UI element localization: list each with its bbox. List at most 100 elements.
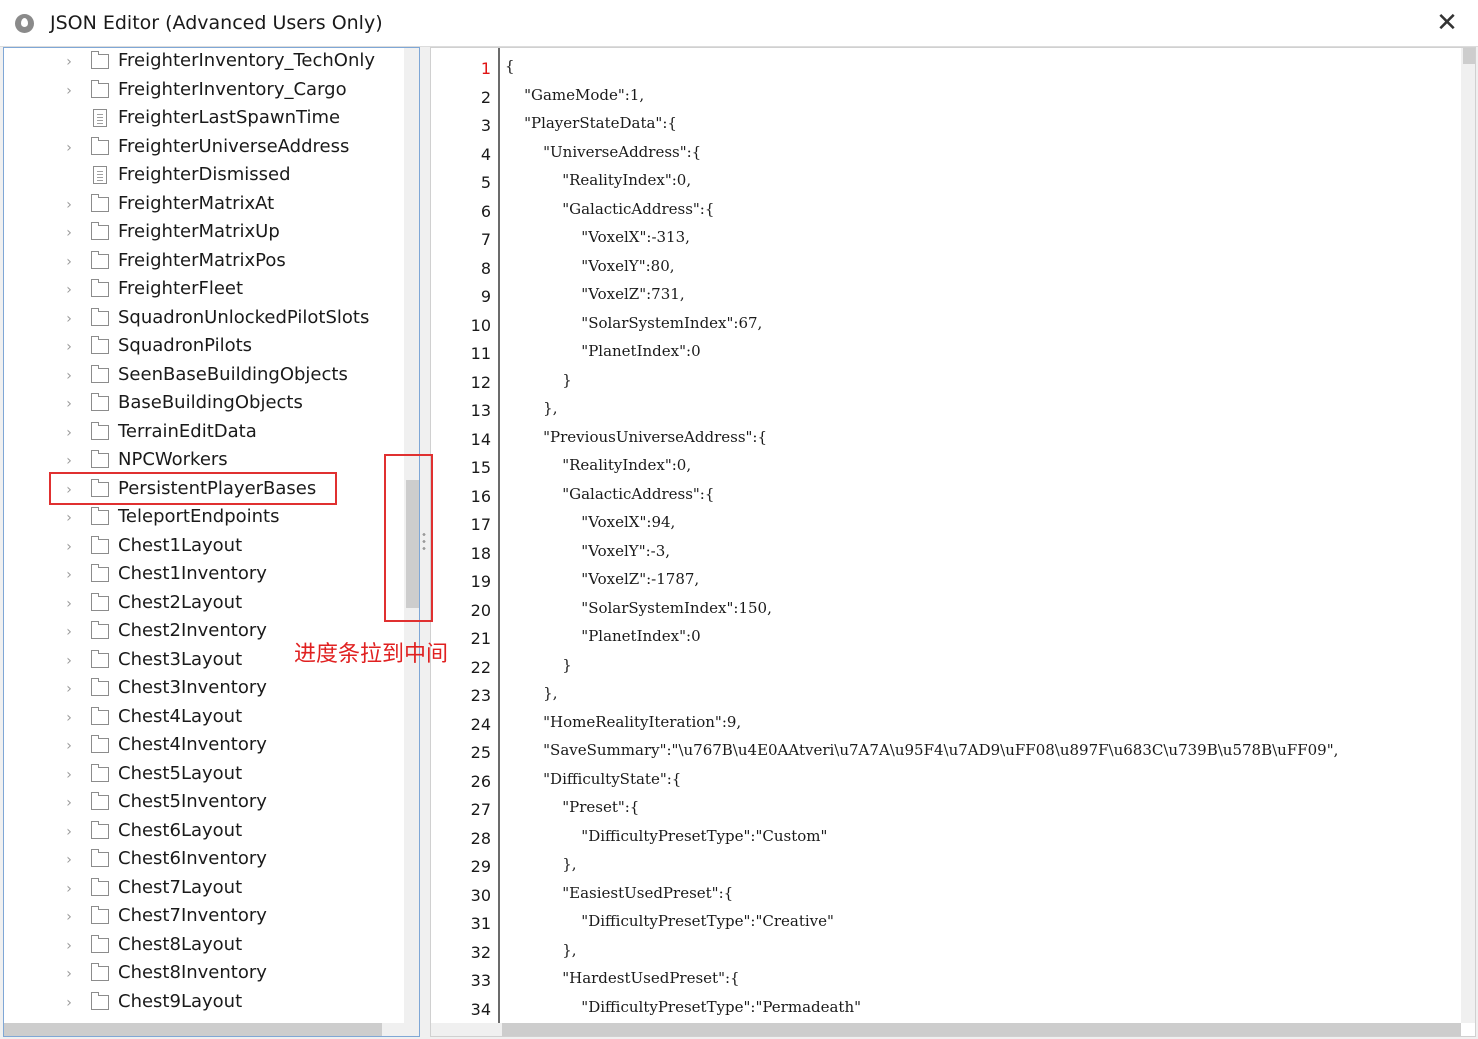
chevron-right-icon[interactable]: › (62, 339, 76, 355)
chevron-right-icon[interactable]: › (62, 197, 76, 213)
tree-item[interactable]: › NPCWorkers (4, 447, 404, 476)
code-line[interactable]: "DifficultyPresetType":"Creative" (505, 912, 834, 930)
code-line[interactable]: "VoxelX":94, (505, 513, 675, 531)
code-line[interactable]: "HomeRealityIteration":9, (505, 713, 741, 731)
code-line[interactable]: "VoxelZ":-1787, (505, 570, 699, 588)
tree-item[interactable]: › Chest4Inventory (4, 732, 404, 761)
code-line[interactable]: "DifficultyState":{ (505, 770, 681, 788)
code-line[interactable]: "VoxelZ":731, (505, 285, 684, 303)
chevron-right-icon[interactable]: › (62, 54, 76, 70)
chevron-right-icon[interactable]: › (62, 140, 76, 156)
code-line[interactable]: "RealityIndex":0, (505, 171, 691, 189)
chevron-right-icon[interactable]: › (62, 881, 76, 897)
tree-item[interactable]: › FreighterMatrixPos (4, 248, 404, 277)
tree-item[interactable]: › Chest9Layout (4, 989, 404, 1018)
chevron-right-icon[interactable]: › (62, 710, 76, 726)
chevron-right-icon[interactable]: › (62, 225, 76, 241)
code-line[interactable]: "HardestUsedPreset":{ (505, 969, 739, 987)
code-line[interactable]: "VoxelY":-3, (505, 542, 670, 560)
chevron-right-icon[interactable]: › (62, 852, 76, 868)
code-line[interactable]: "Preset":{ (505, 798, 639, 816)
tree-item[interactable]: › Chest3Inventory (4, 675, 404, 704)
tree-item[interactable]: › Chest5Layout (4, 761, 404, 790)
tree-item[interactable]: › FreighterFleet (4, 276, 404, 305)
editor-vertical-scrollbar[interactable] (1461, 48, 1475, 1023)
tree-item[interactable]: › Chest1Inventory (4, 561, 404, 590)
code-line[interactable]: "RealityIndex":0, (505, 456, 691, 474)
tree-view[interactable]: › FreighterInventory_TechOnly › FreighterIn… (3, 47, 420, 1037)
close-button[interactable]: ✕ (1416, 0, 1478, 46)
tree-item[interactable]: › Chest7Layout (4, 875, 404, 904)
tree-item[interactable]: › PersistentPlayerBases (4, 476, 404, 505)
tree-item[interactable]: › Chest6Inventory (4, 846, 404, 875)
chevron-right-icon[interactable]: › (62, 567, 76, 583)
code-line[interactable]: }, (505, 399, 557, 417)
code-line[interactable]: "PlanetIndex":0 (505, 627, 700, 645)
code-line[interactable]: "UniverseAddress":{ (505, 143, 701, 161)
code-line[interactable]: "PlanetIndex":0 (505, 342, 700, 360)
code-line[interactable]: "SolarSystemIndex":150, (505, 599, 772, 617)
code-line[interactable]: "SolarSystemIndex":67, (505, 314, 762, 332)
tree-item[interactable]: FreighterDismissed (4, 162, 404, 191)
code-line[interactable]: "GalacticAddress":{ (505, 200, 714, 218)
tree-item[interactable]: › Chest7Inventory (4, 903, 404, 932)
chevron-right-icon[interactable]: › (62, 909, 76, 925)
tree-item[interactable]: › Chest2Layout (4, 590, 404, 619)
editor-horizontal-scroll-thumb[interactable] (502, 1023, 1461, 1036)
chevron-right-icon[interactable]: › (62, 254, 76, 270)
chevron-right-icon[interactable]: › (62, 995, 76, 1011)
splitter-grip-icon[interactable] (422, 531, 426, 551)
tree-horizontal-scroll-thumb[interactable] (4, 1023, 382, 1036)
tree-item[interactable]: › FreighterInventory_TechOnly (4, 48, 404, 77)
tree-item[interactable]: › FreighterMatrixUp (4, 219, 404, 248)
tree-vertical-scroll-thumb[interactable] (406, 480, 419, 608)
code-line[interactable]: { (505, 57, 515, 75)
chevron-right-icon[interactable]: › (62, 368, 76, 384)
tree-item[interactable]: › Chest8Layout (4, 932, 404, 961)
code-line[interactable]: "GalacticAddress":{ (505, 485, 714, 503)
chevron-right-icon[interactable]: › (62, 824, 76, 840)
code-line[interactable]: "EasiestUsedPreset":{ (505, 884, 733, 902)
chevron-right-icon[interactable]: › (62, 311, 76, 327)
tree-item[interactable]: › Chest1Layout (4, 533, 404, 562)
code-line[interactable]: } (505, 371, 572, 389)
chevron-right-icon[interactable]: › (62, 681, 76, 697)
tree-item[interactable]: › SquadronPilots (4, 333, 404, 362)
tree-item[interactable]: › BaseBuildingObjects (4, 390, 404, 419)
code-line[interactable]: }, (505, 684, 557, 702)
chevron-right-icon[interactable]: › (62, 539, 76, 555)
tree-item[interactable]: › TeleportEndpoints (4, 504, 404, 533)
tree-item[interactable]: › FreighterUniverseAddress (4, 134, 404, 163)
tree-item[interactable]: › Chest4Layout (4, 704, 404, 733)
code-line[interactable]: }, (505, 941, 576, 959)
chevron-right-icon[interactable]: › (62, 425, 76, 441)
tree-item[interactable]: › Chest5Inventory (4, 789, 404, 818)
tree-item[interactable]: › SquadronUnlockedPilotSlots (4, 305, 404, 334)
tree-item[interactable]: FreighterLastSpawnTime (4, 105, 404, 134)
code-line[interactable]: }, (505, 855, 576, 873)
chevron-right-icon[interactable]: › (62, 282, 76, 298)
chevron-right-icon[interactable]: › (62, 938, 76, 954)
chevron-right-icon[interactable]: › (62, 767, 76, 783)
chevron-right-icon[interactable]: › (62, 83, 76, 99)
tree-item[interactable]: › TerrainEditData (4, 419, 404, 448)
code-line[interactable]: "PreviousUniverseAddress":{ (505, 428, 767, 446)
tree-item[interactable]: › FreighterInventory_Cargo (4, 77, 404, 106)
chevron-right-icon[interactable]: › (62, 453, 76, 469)
chevron-right-icon[interactable]: › (62, 396, 76, 412)
tree-item[interactable]: › FreighterMatrixAt (4, 191, 404, 220)
editor-vertical-scroll-thumb[interactable] (1463, 48, 1475, 64)
code-line[interactable]: } (505, 656, 572, 674)
code-line[interactable]: "DifficultyPresetType":"Permadeath" (505, 998, 861, 1016)
chevron-right-icon[interactable]: › (62, 596, 76, 612)
code-line[interactable]: "DifficultyPresetType":"Custom" (505, 827, 827, 845)
tree-item[interactable]: › Chest8Inventory (4, 960, 404, 989)
code-line[interactable]: "GameMode":1, (505, 86, 644, 104)
tree-item[interactable]: › SeenBaseBuildingObjects (4, 362, 404, 391)
tree-item[interactable]: › Chest6Layout (4, 818, 404, 847)
chevron-right-icon[interactable]: › (62, 966, 76, 982)
chevron-right-icon[interactable]: › (62, 738, 76, 754)
chevron-right-icon[interactable]: › (62, 795, 76, 811)
code-line[interactable]: "VoxelY":80, (505, 257, 674, 275)
code-line[interactable]: "PlayerStateData":{ (505, 114, 677, 132)
